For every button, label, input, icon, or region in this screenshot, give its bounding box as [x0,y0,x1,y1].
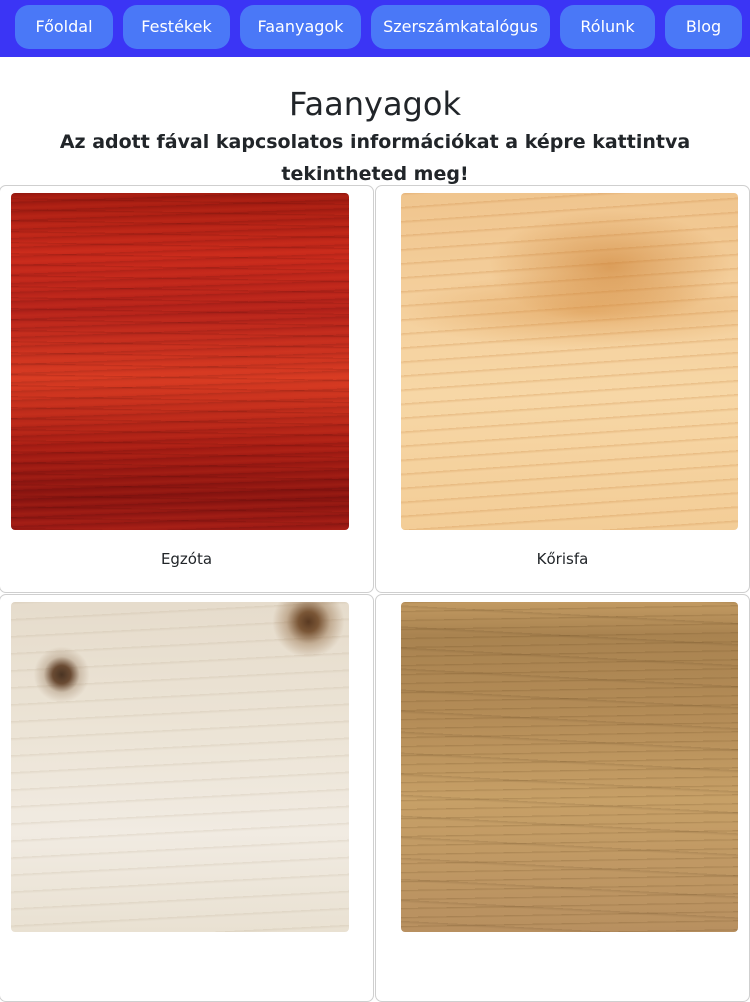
nav-button-blog[interactable]: Blog [665,5,742,49]
wood-card-caption: Kőrisfa [536,550,589,568]
wood-photo-korisfa[interactable] [401,193,738,530]
wood-card-caption: Egzóta [160,550,213,568]
nav-button-festekek[interactable]: Festékek [123,5,230,49]
wood-card-korisfa[interactable]: Kőrisfa [375,185,750,593]
page-title: Faanyagok [289,85,461,123]
wood-photo-egzota[interactable] [11,193,349,530]
wood-photo-4[interactable] [401,602,738,932]
nav-button-fooldal[interactable]: Főoldal [15,5,113,49]
wood-card-3[interactable] [0,594,374,1002]
page-subtitle: Az adott fával kapcsolatos információkat… [59,131,691,185]
wood-card-egzota[interactable]: Egzóta [0,185,374,593]
wood-card-4[interactable] [375,594,750,1002]
top-navbar: Főoldal Festékek Faanyagok Szerszámkatal… [0,0,750,57]
nav-button-szerszamkatalogus[interactable]: Szerszámkatalógus [371,5,550,49]
nav-button-faanyagok[interactable]: Faanyagok [240,5,361,49]
nav-button-rolunk[interactable]: Rólunk [560,5,655,49]
wood-photo-3[interactable] [11,602,349,932]
